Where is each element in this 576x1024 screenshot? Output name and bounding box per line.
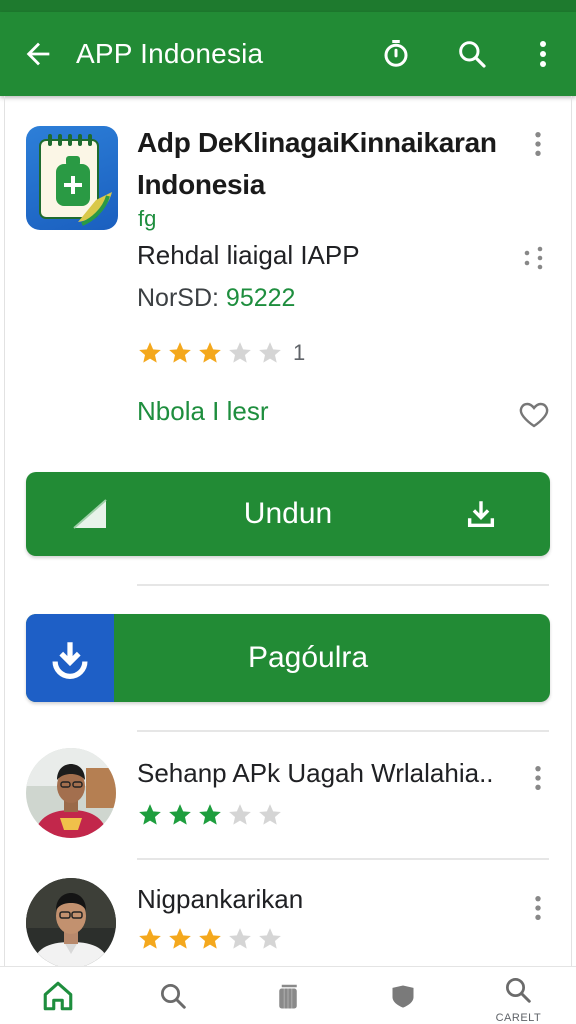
more-vert-icon (535, 765, 541, 791)
library-icon (279, 984, 297, 1008)
status-bar (0, 0, 576, 12)
rating-stars (137, 926, 283, 952)
secondary-button-label: Pagóulra (247, 641, 369, 674)
star-filled-icon (199, 804, 221, 825)
home-icon (43, 981, 72, 1010)
nav-search[interactable] (115, 967, 230, 1024)
share-icon (524, 246, 543, 270)
nav-library[interactable] (230, 967, 345, 1024)
page-title: APP Indonesia (76, 38, 264, 69)
nav-search-alt[interactable]: CARELT (461, 967, 576, 1024)
more-vert-icon (540, 41, 546, 67)
search-icon (459, 41, 486, 68)
avatar (26, 748, 116, 838)
star-filled-icon (199, 928, 221, 949)
app-title: Adp DeKlinagaiKinnaikaran Indonesia (137, 127, 497, 200)
arrow-left-icon (26, 42, 50, 66)
app-icon (26, 126, 118, 230)
download-button-label: Undun (243, 497, 333, 530)
star-empty-icon (229, 804, 251, 825)
search-button[interactable] (434, 12, 510, 96)
rating-count: 1 (293, 340, 306, 365)
list-item-more-button[interactable] (526, 888, 550, 928)
star-filled-icon (169, 342, 191, 363)
main-content: Adp DeKlinagaiKinnaikaran Indonesia fg R… (0, 96, 576, 966)
star-empty-icon (259, 342, 281, 363)
wishlist-button[interactable] (518, 394, 550, 434)
nav-home[interactable] (0, 967, 115, 1024)
more-vert-icon (535, 131, 541, 157)
version-label: NorSD: (137, 284, 219, 312)
heart-icon (519, 402, 549, 428)
star-empty-icon (229, 928, 251, 949)
section-divider (137, 858, 549, 860)
bottom-navigation: CARELT (0, 966, 576, 1024)
more-vert-icon (535, 895, 541, 921)
star-filled-icon (139, 342, 161, 363)
rating-stars (137, 340, 283, 366)
flag-icon (73, 499, 107, 529)
back-button[interactable] (0, 12, 76, 96)
secondary-icon-block (26, 614, 114, 702)
rating-stars (137, 802, 283, 828)
search-icon (506, 977, 532, 1003)
share-button[interactable] (522, 238, 546, 278)
download-icon (467, 501, 495, 528)
overflow-menu-button[interactable] (510, 12, 576, 96)
star-empty-icon (229, 342, 251, 363)
shield-icon (392, 985, 414, 1008)
section-divider (137, 730, 549, 732)
list-item-more-button[interactable] (526, 758, 550, 798)
secondary-action-button[interactable]: Pagóulra (26, 614, 550, 702)
app-more-button[interactable] (526, 124, 550, 164)
list-item-title[interactable]: Nigpankarikan (137, 884, 303, 915)
timer-icon (384, 40, 408, 67)
app-category[interactable]: Nbola I lesr (137, 396, 269, 427)
developer-name[interactable]: fg (138, 206, 156, 232)
app-subtitle: Rehdal liaigal IAPP (137, 240, 360, 270)
section-divider (137, 584, 549, 586)
star-filled-icon (199, 342, 221, 363)
timer-button[interactable] (358, 12, 434, 96)
download-circle-icon (52, 642, 88, 679)
star-filled-icon (169, 928, 191, 949)
list-item-rating (137, 802, 283, 828)
star-filled-icon (139, 804, 161, 825)
version-info: NorSD: 95222 (137, 284, 295, 313)
nav-label: CARELT (495, 1012, 542, 1024)
avatar (26, 878, 116, 966)
star-empty-icon (259, 928, 281, 949)
star-filled-icon (139, 928, 161, 949)
nav-shield[interactable] (346, 967, 461, 1024)
version-value: 95222 (225, 284, 296, 312)
star-filled-icon (169, 804, 191, 825)
app-rating: 1 (137, 340, 305, 366)
download-button[interactable]: Undun (26, 472, 550, 556)
list-item-rating (137, 926, 283, 952)
app-bar: APP Indonesia (0, 12, 576, 96)
star-empty-icon (259, 804, 281, 825)
search-icon (160, 983, 186, 1009)
list-item-title[interactable]: Sehanp APk Uagah Wrlalahia.. (137, 758, 494, 789)
